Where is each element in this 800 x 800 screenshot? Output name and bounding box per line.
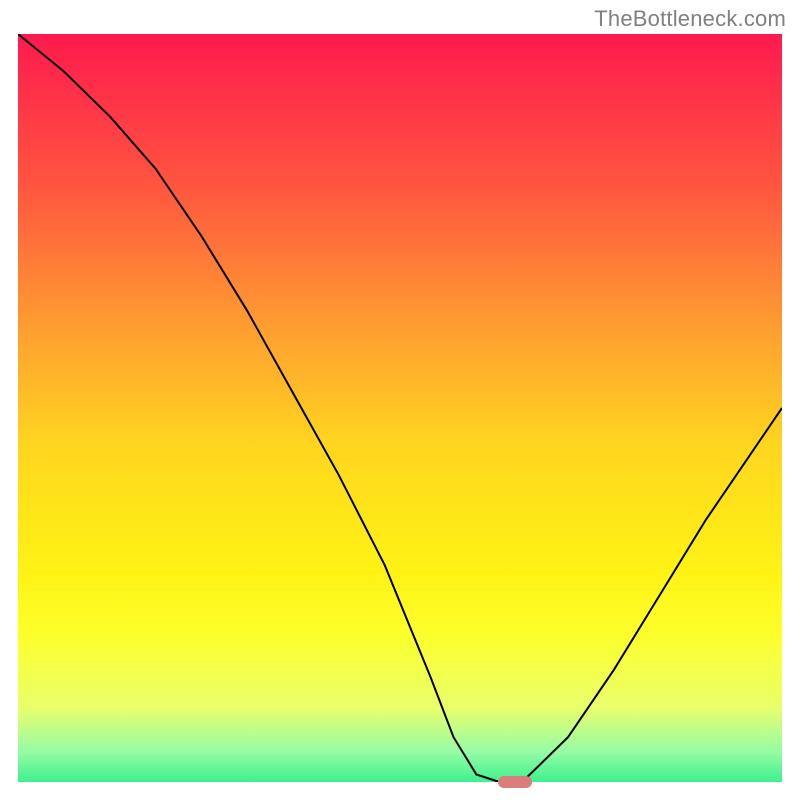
chart-stage: TheBottleneck.com bbox=[0, 0, 800, 800]
optimal-point-marker bbox=[498, 776, 532, 788]
watermark-text: TheBottleneck.com bbox=[594, 6, 786, 32]
chart-background-gradient bbox=[18, 34, 782, 782]
